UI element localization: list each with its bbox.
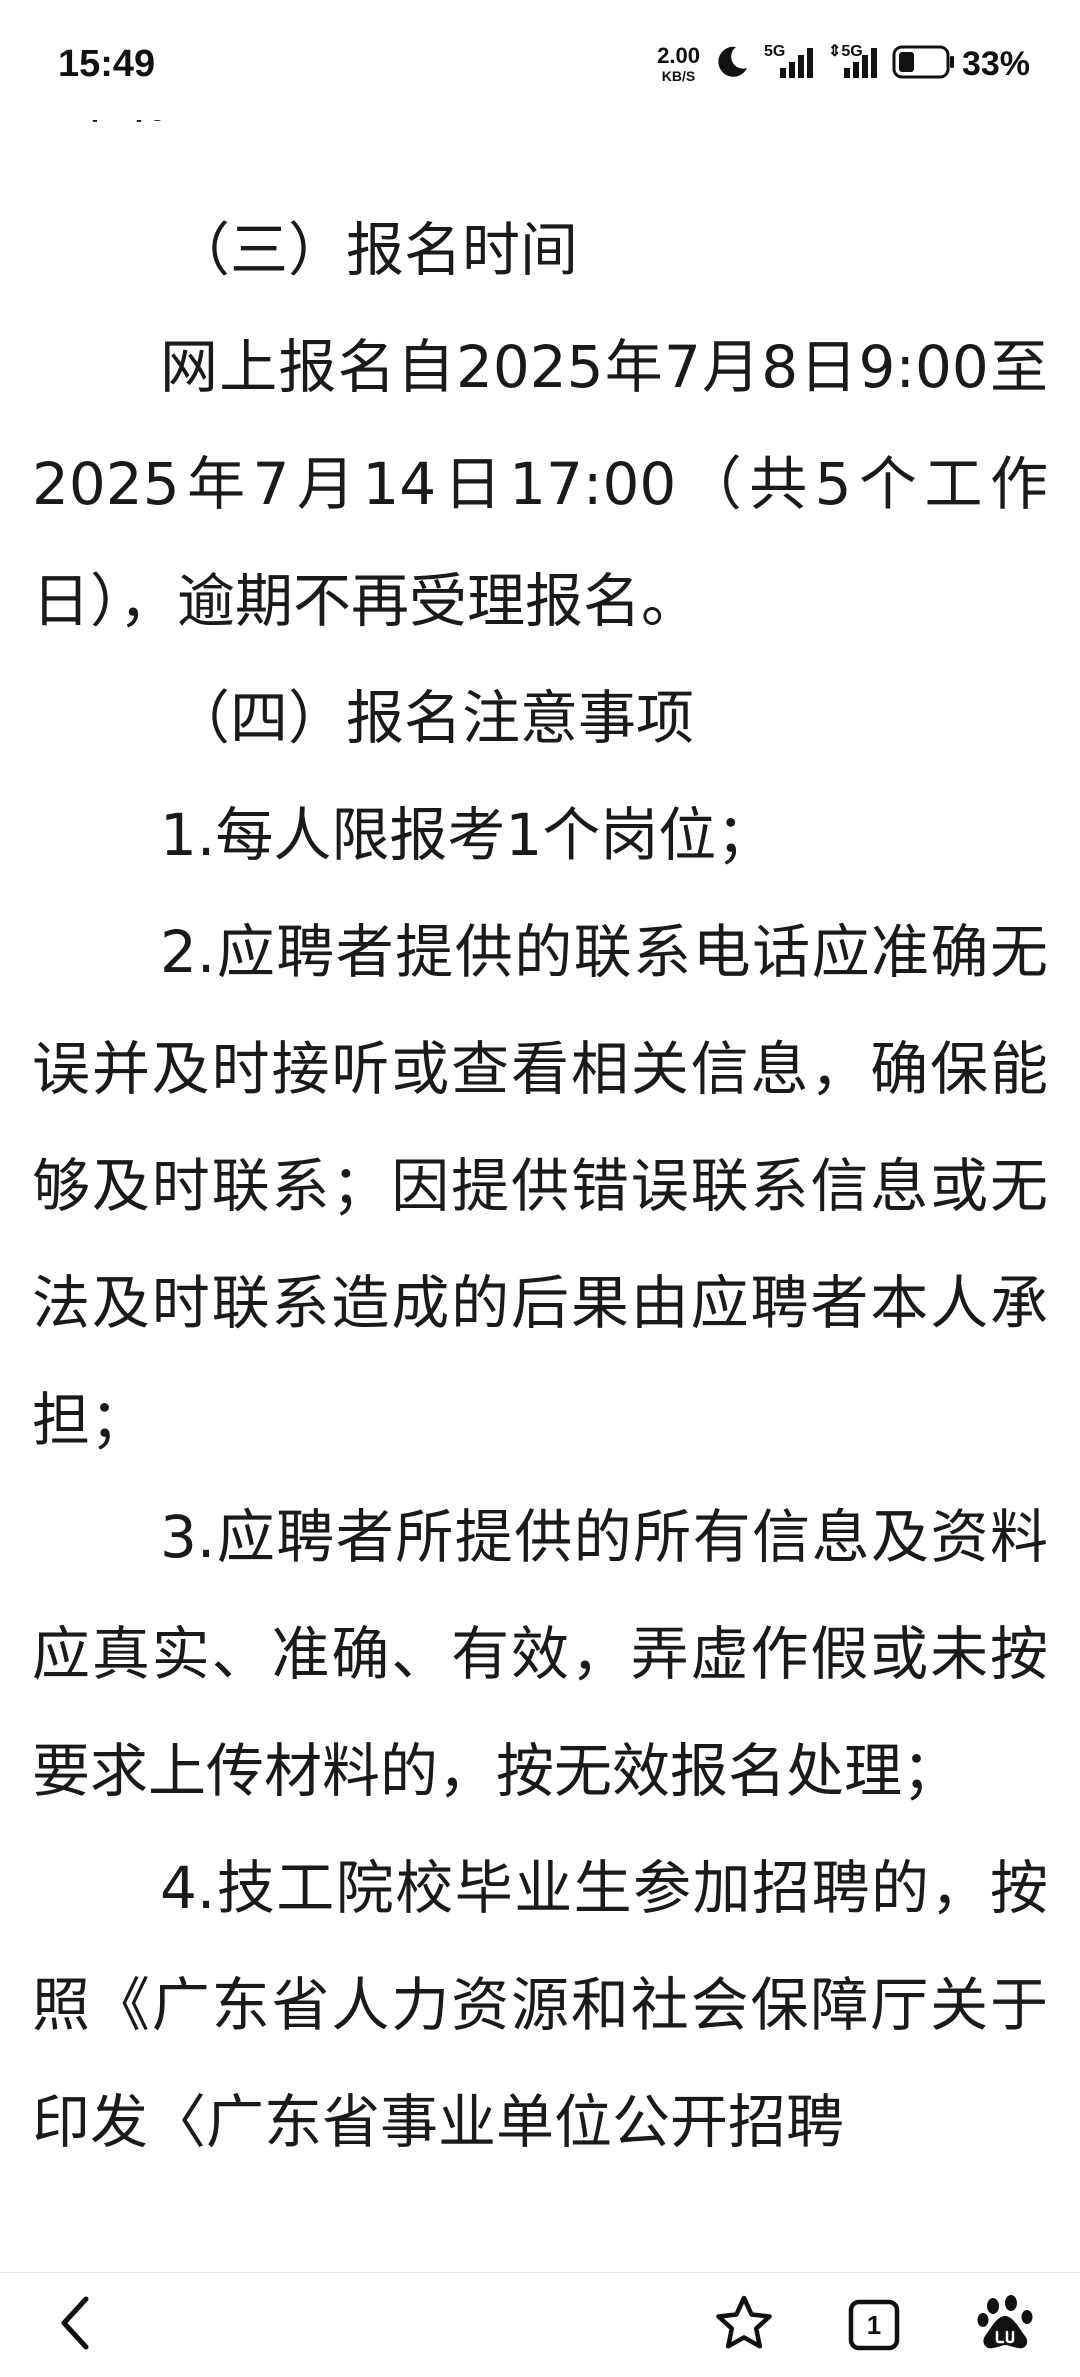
moon-icon (714, 44, 750, 84)
star-icon (714, 2294, 774, 2356)
battery: 33% (892, 45, 1030, 84)
status-bar: 15:49 2.00 KB/S 5G ⇕5G 33% (0, 0, 1080, 120)
section-heading: （四）报名注意事项 (172, 684, 695, 752)
tab-count: 1 (866, 2309, 882, 2340)
signal-sim2: ⇕5G (828, 44, 878, 84)
baidu-paw-icon (977, 2294, 1035, 2356)
article-paragraph: 3.应聘者所提供的所有信息及资料应真实、准确、有效，弄虚作假或未按要求上传材料的… (32, 1503, 1048, 1805)
bookmark-button[interactable] (692, 2273, 796, 2377)
network-speed-value: 2.00 (657, 43, 700, 68)
baidu-button[interactable] (954, 2273, 1058, 2377)
article-paragraph: 1.每人限报考1个岗位； (160, 801, 775, 869)
signal-icon (843, 48, 878, 82)
battery-icon (892, 45, 956, 83)
article-paragraph: 4.技工院校毕业生参加招聘的，按照《广东省人力资源和社会保障厅关于印发〈广东省事… (32, 1854, 1048, 2156)
back-button[interactable] (24, 2273, 128, 2377)
tabs-button[interactable]: 1 (822, 2273, 926, 2377)
tabs-icon: 1 (847, 2298, 901, 2352)
network-speed-unit: KB/S (661, 68, 696, 84)
back-icon (54, 2293, 98, 2357)
status-time: 15:49 (58, 43, 156, 85)
article-paragraph: 网上报名自2025年7月8日9:00至2025年7月14日17:00（共5个工作… (32, 333, 1048, 635)
section-heading: （三）报名时间 (172, 216, 579, 284)
article-content: 证图。 （三）报名时间网上报名自2025年7月8日9:00至2025年7月14日… (0, 82, 1080, 2272)
signal-sim1: 5G (764, 44, 814, 84)
battery-level-fill (898, 52, 914, 72)
browser-bottom-bar: 1 (0, 2272, 1080, 2377)
signal-icon (779, 48, 814, 82)
article-paragraph: 2.应聘者提供的联系电话应准确无误并及时接听或查看相关信息，确保能够及时联系；因… (32, 918, 1048, 1454)
status-icons: 2.00 KB/S 5G ⇕5G 33% (657, 40, 1030, 88)
network-speed: 2.00 KB/S (657, 43, 700, 84)
battery-percent: 33% (961, 44, 1030, 83)
article-paragraphs: （三）报名时间网上报名自2025年7月8日9:00至2025年7月14日17:0… (0, 192, 1080, 2181)
